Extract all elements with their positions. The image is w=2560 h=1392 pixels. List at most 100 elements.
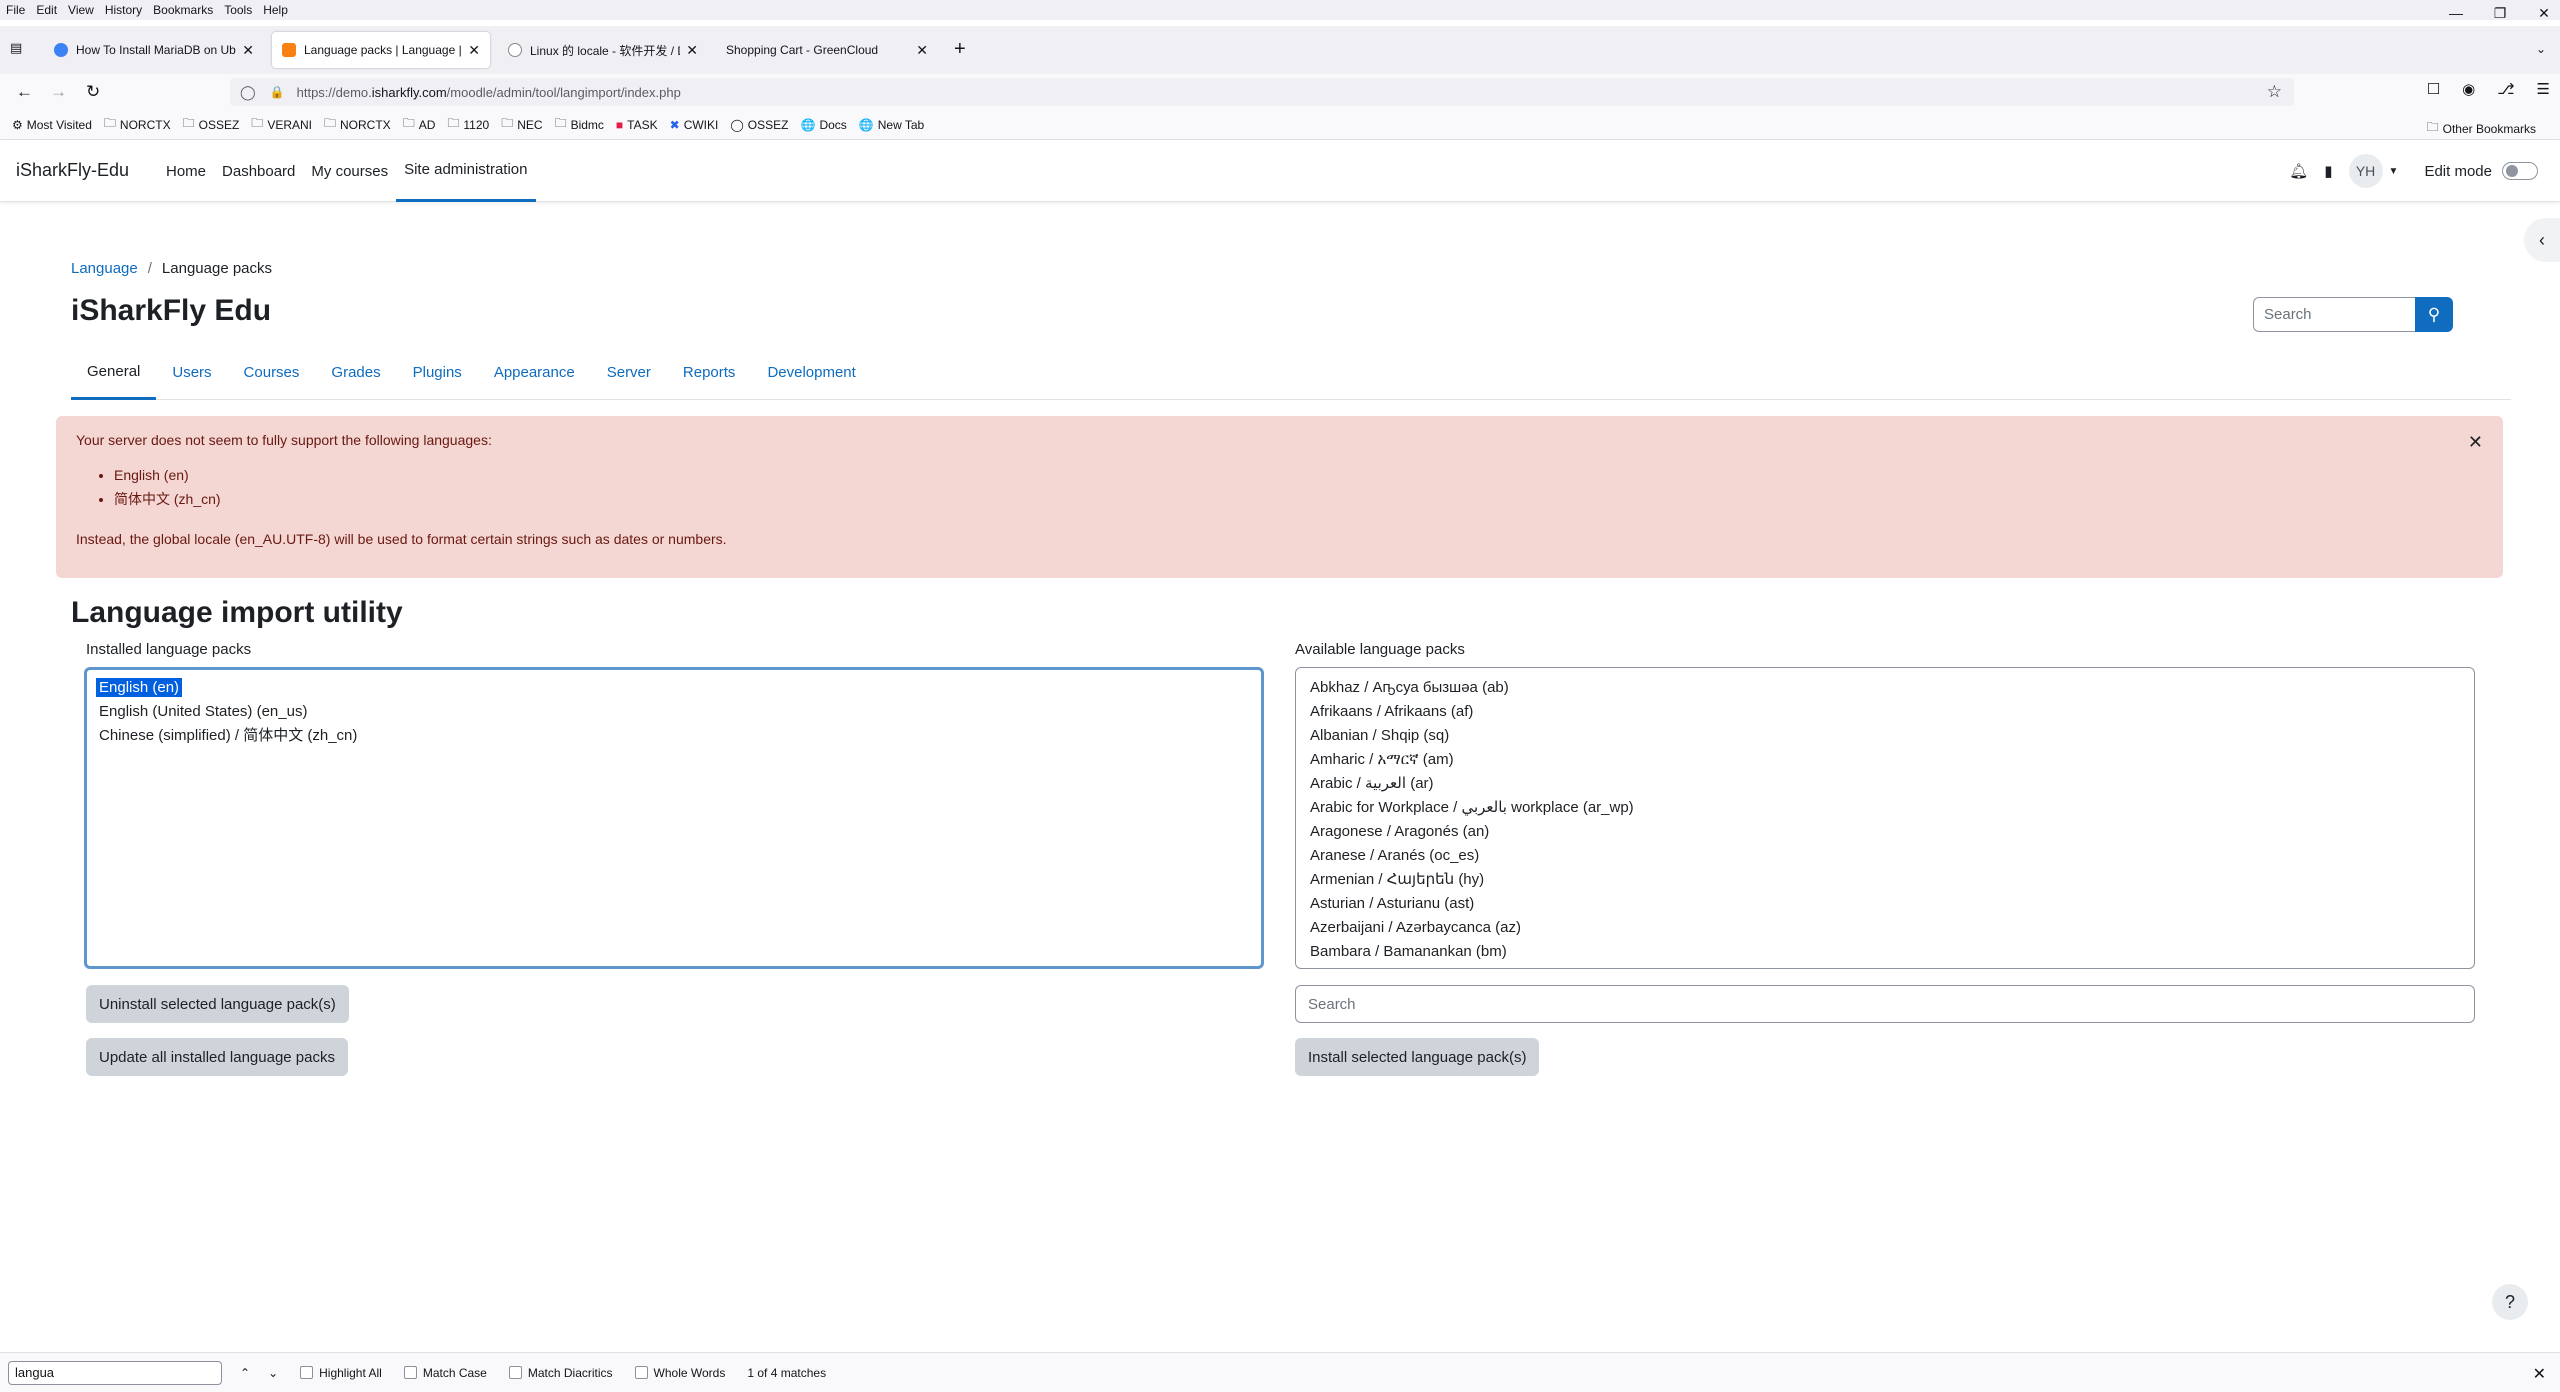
bookmark-folder[interactable]: 🗀 NEC: [501, 114, 542, 135]
bookmark-link[interactable]: ■ TASK: [616, 118, 658, 132]
available-packs-search-input[interactable]: Search: [1295, 985, 2475, 1023]
list-item[interactable]: Arabic / العربية (ar): [1310, 772, 2460, 796]
menu-file[interactable]: File: [6, 3, 25, 17]
browser-tab[interactable]: Shopping Cart - GreenCloud ✕: [716, 32, 938, 68]
bookmark-folder[interactable]: 🗀 1120: [447, 114, 489, 135]
menu-help[interactable]: Help: [263, 3, 288, 17]
tab-courses[interactable]: Courses: [228, 345, 316, 400]
find-input[interactable]: langua: [8, 1360, 222, 1385]
edit-mode-toggle[interactable]: [2502, 162, 2538, 180]
list-item[interactable]: Arabic for Workplace / بالعربي workplace…: [1310, 796, 2460, 820]
list-item[interactable]: Bambara / Bamanankan (bm): [1310, 940, 2460, 964]
find-previous-icon[interactable]: ⌃: [240, 1366, 250, 1380]
tab-server[interactable]: Server: [591, 345, 667, 400]
nav-home[interactable]: Home: [158, 140, 214, 202]
bookmark-star-icon[interactable]: ☆: [2267, 82, 2282, 102]
tab-users[interactable]: Users: [156, 345, 227, 400]
list-item[interactable]: Aragonese / Aragonés (an): [1310, 820, 2460, 844]
other-bookmarks[interactable]: 🗀 Other Bookmarks: [2427, 118, 2536, 139]
menu-history[interactable]: History: [105, 3, 142, 17]
tab-grades[interactable]: Grades: [315, 345, 396, 400]
bookmark-folder[interactable]: 🗀 VERANI: [251, 114, 312, 135]
help-button[interactable]: ?: [2492, 1284, 2528, 1320]
account-icon[interactable]: ◉: [2462, 80, 2475, 98]
site-name[interactable]: iSharkFly-Edu: [16, 160, 129, 181]
list-item[interactable]: Afrikaans / Afrikaans (af): [1310, 700, 2460, 724]
find-next-icon[interactable]: ⌄: [268, 1366, 278, 1380]
available-packs-select[interactable]: Abkhaz / Аҧсуа бызшәа (ab) Afrikaans / A…: [1295, 667, 2475, 969]
extensions-icon[interactable]: ⎇: [2497, 80, 2514, 98]
chevron-down-icon[interactable]: ▼: [2389, 166, 2399, 177]
install-button[interactable]: Install selected language pack(s): [1295, 1038, 1540, 1076]
minimize-icon[interactable]: —: [2448, 5, 2464, 21]
browser-tab[interactable]: How To Install MariaDB on Ubu ✕: [44, 32, 264, 68]
tab-appearance[interactable]: Appearance: [478, 345, 591, 400]
bookmark-folder[interactable]: 🗀 Bidmc: [555, 114, 604, 135]
browser-tab[interactable]: Linux 的 locale - 软件开发 / De ✕: [498, 32, 708, 68]
tab-list-icon[interactable]: ▤: [10, 40, 28, 58]
reload-icon[interactable]: ↻: [86, 82, 100, 102]
close-tab-icon[interactable]: ✕: [916, 42, 928, 59]
search-button[interactable]: ⚲: [2415, 297, 2453, 332]
bookmark-folder[interactable]: 🗀 OSSEZ: [183, 114, 240, 135]
url-text[interactable]: https://demo.isharkfly.com/moodle/admin/…: [297, 85, 681, 100]
breadcrumb-language[interactable]: Language: [71, 260, 138, 277]
bookmark-most-visited[interactable]: ⚙ Most Visited: [12, 118, 92, 132]
tab-plugins[interactable]: Plugins: [397, 345, 478, 400]
whole-words-checkbox[interactable]: Whole Words: [634, 1366, 725, 1380]
list-item[interactable]: Albanian / Shqip (sq): [1310, 724, 2460, 748]
close-tab-icon[interactable]: ✕: [686, 42, 698, 59]
bookmark-link[interactable]: 🌐 Docs: [800, 118, 846, 132]
close-window-icon[interactable]: ✕: [2536, 5, 2552, 22]
address-bar[interactable]: ◯ 🔒 https://demo.isharkfly.com/moodle/ad…: [230, 78, 2294, 106]
notifications-bell-icon[interactable]: 🔔︎: [2289, 162, 2308, 180]
shield-icon[interactable]: ◯: [240, 84, 256, 101]
new-tab-icon[interactable]: +: [954, 38, 966, 61]
forward-icon[interactable]: →: [50, 82, 67, 102]
list-item[interactable]: Amharic / አማርኛ (am): [1310, 748, 2460, 772]
close-icon[interactable]: ✕: [2533, 1364, 2546, 1384]
close-icon[interactable]: ✕: [2468, 432, 2483, 453]
menu-tools[interactable]: Tools: [224, 3, 252, 17]
menu-view[interactable]: View: [68, 3, 94, 17]
close-tab-icon[interactable]: ✕: [242, 42, 254, 59]
tab-reports[interactable]: Reports: [667, 345, 752, 400]
tab-development[interactable]: Development: [751, 345, 871, 400]
back-icon[interactable]: ←: [16, 82, 33, 102]
admin-search-input[interactable]: Search: [2253, 297, 2415, 332]
list-item[interactable]: Azerbaijani / Azərbaycanca (az): [1310, 916, 2460, 940]
pocket-icon[interactable]: ☐: [2427, 80, 2440, 98]
match-case-checkbox[interactable]: Match Case: [403, 1366, 487, 1380]
installed-packs-select[interactable]: English (en) English (United States) (en…: [84, 667, 1264, 969]
browser-tab-active[interactable]: Language packs | Language | A: ✕: [272, 32, 490, 68]
match-diacritics-checkbox[interactable]: Match Diacritics: [508, 1366, 613, 1380]
update-all-button[interactable]: Update all installed language packs: [86, 1038, 348, 1076]
list-item[interactable]: Asturian / Asturianu (ast): [1310, 892, 2460, 916]
restore-icon[interactable]: ❐: [2492, 5, 2508, 22]
avatar[interactable]: YH: [2348, 154, 2383, 188]
drawer-open-icon[interactable]: ‹: [2524, 218, 2560, 262]
menu-edit[interactable]: Edit: [36, 3, 57, 17]
list-item[interactable]: Armenian / Հայերեն (hy): [1310, 868, 2460, 892]
highlight-all-checkbox[interactable]: Highlight All: [300, 1366, 382, 1380]
nav-site-administration[interactable]: Site administration: [396, 140, 536, 202]
list-item[interactable]: Aranese / Aranés (oc_es): [1310, 844, 2460, 868]
list-item[interactable]: Abkhaz / Аҧсуа бызшәа (ab): [1310, 676, 2460, 700]
chevron-down-icon[interactable]: ⌄: [2536, 42, 2546, 56]
menu-bookmarks[interactable]: Bookmarks: [153, 3, 213, 17]
bookmark-folder[interactable]: 🗀 NORCTX: [324, 114, 391, 135]
uninstall-button[interactable]: Uninstall selected language pack(s): [86, 985, 349, 1023]
list-item[interactable]: Chinese (simplified) / 简体中文 (zh_cn): [99, 724, 1249, 748]
list-item[interactable]: English (United States) (en_us): [99, 700, 1249, 724]
nav-dashboard[interactable]: Dashboard: [214, 140, 303, 202]
bookmark-folder[interactable]: 🗀 AD: [403, 114, 436, 135]
close-tab-icon[interactable]: ✕: [468, 42, 480, 59]
hamburger-menu-icon[interactable]: ☰: [2537, 80, 2550, 98]
bookmark-link[interactable]: 🌐 New Tab: [859, 118, 924, 132]
messages-icon[interactable]: ▮: [2324, 162, 2332, 180]
bookmark-folder[interactable]: 🗀 NORCTX: [104, 114, 171, 135]
bookmark-link[interactable]: ◯ OSSEZ: [730, 118, 788, 132]
nav-my-courses[interactable]: My courses: [303, 140, 396, 202]
lock-icon[interactable]: 🔒: [270, 85, 285, 99]
bookmark-link[interactable]: ✖ CWIKI: [670, 118, 719, 132]
